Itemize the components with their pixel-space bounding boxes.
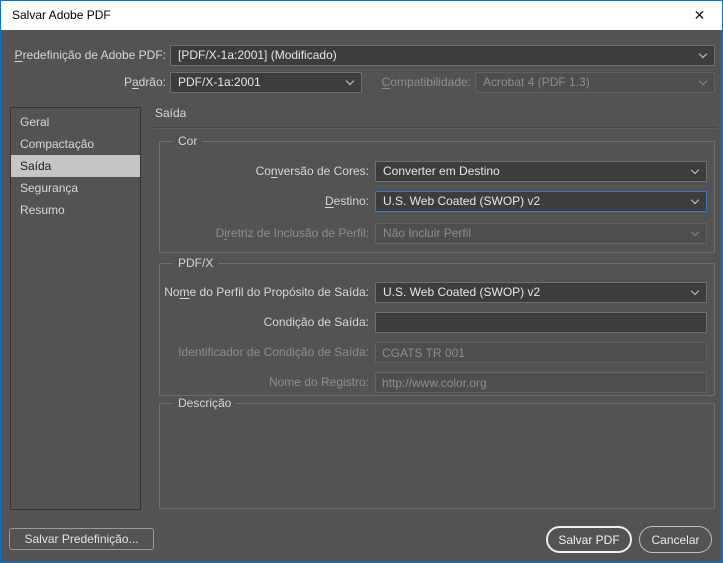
- category-list: Geral Compactação Saída Segurança Resumo: [10, 107, 141, 510]
- color-conversion-value: Converter em Destino: [383, 162, 500, 181]
- compatibility-value: Acrobat 4 (PDF 1.3): [483, 73, 590, 92]
- chevron-down-icon: [691, 166, 699, 174]
- sidebar-item-compactacao[interactable]: Compactação: [11, 133, 140, 155]
- chevron-down-icon: [691, 196, 699, 204]
- standard-label: Padrão:: [1, 72, 166, 93]
- profile-inclusion-dropdown: Não Incluir Perfil: [375, 223, 707, 244]
- preset-value: [PDF/X-1a:2001] (Modificado): [178, 46, 337, 65]
- panel-heading: Saída: [155, 106, 186, 120]
- chevron-down-icon: [699, 77, 707, 85]
- description-groupbox: Descrição: [159, 403, 715, 509]
- sidebar-item-geral[interactable]: Geral: [11, 111, 140, 133]
- compatibility-label: Compatibilidade:: [331, 72, 471, 93]
- profile-inclusion-value: Não Incluir Perfil: [383, 224, 471, 243]
- destination-value: U.S. Web Coated (SWOP) v2: [383, 192, 540, 211]
- chevron-down-icon: [699, 50, 707, 58]
- color-conversion-dropdown[interactable]: Converter em Destino: [375, 161, 707, 182]
- chevron-down-icon: [691, 228, 699, 236]
- output-intent-profile-dropdown[interactable]: U.S. Web Coated (SWOP) v2: [375, 282, 707, 303]
- preset-dropdown[interactable]: [PDF/X-1a:2001] (Modificado): [170, 45, 715, 66]
- registry-name-label: Nome do Registro:: [161, 372, 369, 393]
- destination-label: Destino:: [161, 191, 369, 212]
- standard-value: PDF/X-1a:2001: [178, 73, 261, 92]
- title-bar[interactable]: Salvar Adobe PDF ✕: [1, 1, 722, 30]
- save-preset-button[interactable]: Salvar Predefinição...: [9, 528, 154, 550]
- color-group-legend: Cor: [173, 134, 202, 149]
- color-conversion-label: Conversão de Cores:: [161, 161, 369, 182]
- registry-name-input: [375, 372, 707, 393]
- destination-dropdown[interactable]: U.S. Web Coated (SWOP) v2: [375, 191, 707, 212]
- chevron-down-icon: [691, 287, 699, 295]
- pdfx-group-legend: PDF/X: [173, 256, 218, 271]
- dialog-title: Salvar Adobe PDF: [12, 1, 111, 30]
- heading-separator: [153, 127, 717, 129]
- sidebar-item-seguranca[interactable]: Segurança: [11, 177, 140, 199]
- output-condition-identifier-input: [375, 342, 707, 363]
- profile-inclusion-label: Diretriz de Inclusão de Perfil:: [161, 223, 369, 244]
- compatibility-dropdown: Acrobat 4 (PDF 1.3): [475, 72, 715, 93]
- description-content: [168, 412, 706, 500]
- save-pdf-button[interactable]: Salvar PDF: [546, 526, 632, 553]
- sidebar-item-resumo[interactable]: Resumo: [11, 199, 140, 221]
- cancel-button[interactable]: Cancelar: [639, 526, 712, 553]
- output-intent-profile-value: U.S. Web Coated (SWOP) v2: [383, 283, 540, 302]
- output-condition-identifier-label: Identificador de Condição de Saída:: [131, 342, 369, 363]
- description-group-legend: Descrição: [173, 396, 236, 411]
- output-condition-input[interactable]: [375, 312, 707, 333]
- save-adobe-pdf-dialog: Salvar Adobe PDF ✕ Predefinição de Adobe…: [0, 0, 723, 563]
- close-icon[interactable]: ✕: [677, 1, 722, 30]
- sidebar-item-saida[interactable]: Saída: [11, 155, 140, 177]
- output-intent-profile-label: Nome do Perfil do Propósito de Saída:: [131, 282, 369, 303]
- preset-label: Predefinição de Adobe PDF:: [1, 45, 166, 66]
- output-condition-label: Condição de Saída:: [161, 312, 369, 333]
